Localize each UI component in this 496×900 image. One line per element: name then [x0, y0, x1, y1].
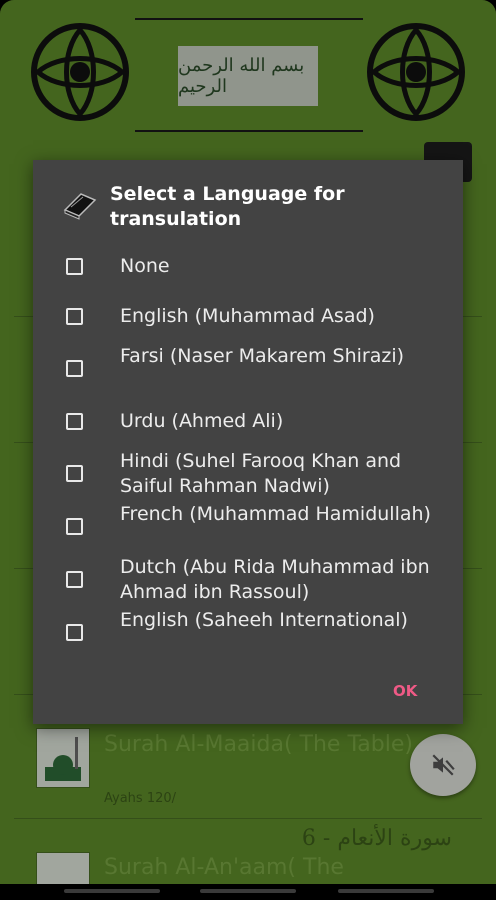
ok-button[interactable]: OK — [393, 682, 417, 700]
option-label: Dutch (Abu Rida Muhammad ibn Ahmad ibn R… — [120, 556, 430, 603]
option-label: Farsi (Naser Makarem Shirazi) — [120, 345, 405, 367]
checkbox[interactable] — [66, 624, 83, 641]
checkbox[interactable] — [66, 518, 83, 535]
checkbox[interactable] — [66, 571, 83, 588]
quran-book-icon — [63, 193, 97, 220]
checkbox[interactable] — [66, 258, 83, 275]
option-label: French (Muhammad Hamidullah) — [120, 503, 431, 525]
checkbox[interactable] — [66, 413, 83, 430]
checkbox[interactable] — [66, 465, 83, 482]
nav-back-handle[interactable] — [64, 889, 160, 893]
checkbox[interactable] — [66, 360, 83, 377]
option-label: Urdu (Ahmed Ali) — [120, 410, 284, 432]
nav-recents-handle[interactable] — [338, 889, 434, 893]
option-label: None — [120, 255, 170, 277]
language-dialog: Select a Language for transulation None … — [33, 160, 463, 724]
dialog-title: Select a Language for transulation — [110, 183, 345, 230]
option-label: English (Saheeh International) — [120, 609, 408, 631]
option-label: Hindi (Suhel Farooq Khan and Saiful Rahm… — [120, 450, 402, 497]
option-label: English (Muhammad Asad) — [120, 305, 375, 327]
checkbox[interactable] — [66, 308, 83, 325]
nav-home-handle[interactable] — [200, 889, 296, 893]
